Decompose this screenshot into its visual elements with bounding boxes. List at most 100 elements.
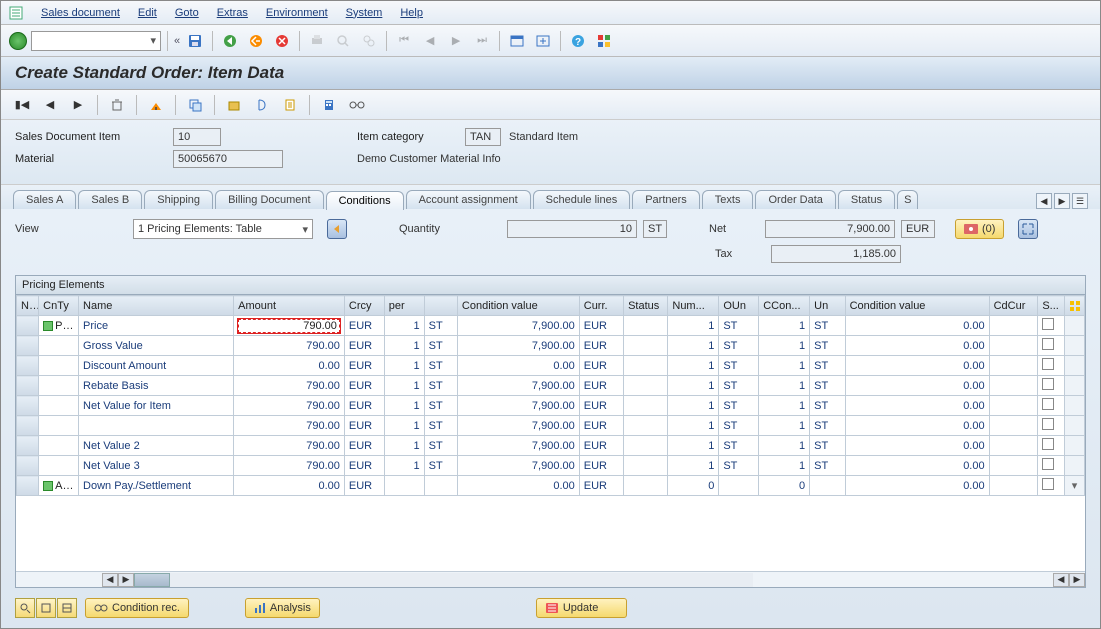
last-page-icon[interactable]: ⏭ <box>471 30 493 52</box>
hscroll-left-icon[interactable]: ◀ <box>102 573 118 587</box>
cell-num[interactable]: 1 <box>668 356 719 376</box>
customize-layout-icon[interactable] <box>593 30 615 52</box>
cell-cnty[interactable] <box>39 436 79 456</box>
tab-order-data[interactable]: Order Data <box>755 190 835 209</box>
tab-scroll-right-icon[interactable]: ▶ <box>1054 193 1070 209</box>
tab-schedule-lines[interactable]: Schedule lines <box>533 190 631 209</box>
col-un[interactable]: Un <box>810 296 845 316</box>
vscroll-cell[interactable] <box>1064 336 1084 356</box>
vscroll-cell[interactable] <box>1064 376 1084 396</box>
prev-page-icon[interactable]: ◀ <box>419 30 441 52</box>
menu-extras[interactable]: Extras <box>217 7 248 19</box>
prev-item-icon[interactable]: ◀ <box>39 94 61 116</box>
cell-cnty[interactable] <box>39 356 79 376</box>
cell-num[interactable]: 1 <box>668 416 719 436</box>
vscroll-cell[interactable] <box>1064 436 1084 456</box>
cell-ccon[interactable]: 1 <box>759 356 810 376</box>
cell-cnty[interactable] <box>39 336 79 356</box>
tab-partners[interactable]: Partners <box>632 190 700 209</box>
col-config-icon[interactable] <box>1064 296 1084 316</box>
vscroll-cell[interactable]: ▾ <box>1064 476 1084 496</box>
cell-amount[interactable]: 790.00 <box>234 376 345 396</box>
find-next-icon[interactable] <box>358 30 380 52</box>
config-icon[interactable] <box>223 94 245 116</box>
cell-name[interactable]: Net Value 2 <box>79 436 234 456</box>
col-cnty[interactable]: CnTy <box>39 296 79 316</box>
cell-s[interactable] <box>1038 436 1065 456</box>
cell-name[interactable]: Discount Amount <box>79 356 234 376</box>
col-curr[interactable]: Curr. <box>579 296 623 316</box>
hscroll-thumb[interactable] <box>134 573 170 587</box>
cell-per[interactable]: 1 <box>384 376 424 396</box>
expand-icon[interactable] <box>1018 219 1038 239</box>
table-row[interactable]: AZWRDown Pay./Settlement0.00EUR0.00EUR00… <box>17 476 1085 496</box>
enter-icon[interactable] <box>9 32 27 50</box>
vscroll-cell[interactable] <box>1064 356 1084 376</box>
cell-per[interactable]: 1 <box>384 436 424 456</box>
table-row[interactable]: Rebate Basis790.00EUR1ST7,900.00EUR1ST1S… <box>17 376 1085 396</box>
cell-name[interactable]: Down Pay./Settlement <box>79 476 234 496</box>
first-page-icon[interactable]: ⏮ <box>393 30 415 52</box>
row-selector[interactable] <box>17 356 39 376</box>
cell-s[interactable] <box>1038 396 1065 416</box>
cash-button[interactable]: (0) <box>955 219 1004 239</box>
cell-ccon[interactable]: 1 <box>759 336 810 356</box>
update-button[interactable]: Update <box>536 598 627 618</box>
cell-s[interactable] <box>1038 416 1065 436</box>
tab-texts[interactable]: Texts <box>702 190 754 209</box>
cell-amount[interactable]: 790.00 <box>234 456 345 476</box>
cell-s[interactable] <box>1038 376 1065 396</box>
cell-ccon[interactable]: 1 <box>759 456 810 476</box>
cell-per[interactable]: 1 <box>384 416 424 436</box>
menu-edit[interactable]: Edit <box>138 7 157 19</box>
tab-status[interactable]: Status <box>838 190 895 209</box>
cell-amount[interactable]: 0.00 <box>234 356 345 376</box>
vscroll-cell[interactable] <box>1064 416 1084 436</box>
cell-ccon[interactable]: 0 <box>759 476 810 496</box>
cell-ccon[interactable]: 1 <box>759 376 810 396</box>
col-condvalue2[interactable]: Condition value <box>845 296 989 316</box>
detail-icon-2[interactable] <box>36 598 56 618</box>
cell-cnty[interactable]: PR00 <box>39 316 79 336</box>
cell-name[interactable]: Price <box>79 316 234 336</box>
cell-num[interactable]: 1 <box>668 336 719 356</box>
tab-shipping[interactable]: Shipping <box>144 190 213 209</box>
menu-system[interactable]: System <box>346 7 383 19</box>
col-cdcur[interactable]: CdCur <box>989 296 1038 316</box>
grid-hscroll[interactable]: ◀ ▶ ◀ ▶ <box>16 571 1085 587</box>
back-icon[interactable] <box>219 30 241 52</box>
cell-per[interactable]: 1 <box>384 396 424 416</box>
tab-scroll-left-icon[interactable]: ◀ <box>1036 193 1052 209</box>
col-n[interactable]: N.. <box>17 296 39 316</box>
row-selector[interactable] <box>17 436 39 456</box>
cell-per[interactable]: 1 <box>384 316 424 336</box>
item-category-value[interactable]: TAN <box>465 128 501 146</box>
table-row[interactable]: Net Value 3790.00EUR1ST7,900.00EUR1ST1ST… <box>17 456 1085 476</box>
menu-sales-document[interactable]: Sales document <box>41 7 120 19</box>
table-row[interactable]: Net Value 2790.00EUR1ST7,900.00EUR1ST1ST… <box>17 436 1085 456</box>
cell-amount[interactable]: 790.00 <box>234 436 345 456</box>
hscroll-right-icon[interactable]: ▶ <box>118 573 134 587</box>
cell-num[interactable]: 1 <box>668 316 719 336</box>
row-selector[interactable] <box>17 396 39 416</box>
cell-amount[interactable]: 790.00 <box>234 316 345 336</box>
col-per-unit[interactable] <box>424 296 457 316</box>
cell-amount[interactable]: 790.00 <box>234 336 345 356</box>
cell-name[interactable] <box>79 416 234 436</box>
doc-icon[interactable] <box>279 94 301 116</box>
table-row[interactable]: PR00Price790.00EUR1ST7,900.00EUR1ST1ST0.… <box>17 316 1085 336</box>
row-selector[interactable] <box>17 476 39 496</box>
cell-cnty[interactable] <box>39 396 79 416</box>
glasses-icon[interactable] <box>346 94 368 116</box>
create-shortcut-icon[interactable] <box>532 30 554 52</box>
col-condvalue[interactable]: Condition value <box>457 296 579 316</box>
cell-s[interactable] <box>1038 476 1065 496</box>
col-oun[interactable]: OUn <box>719 296 759 316</box>
copy-icon[interactable] <box>184 94 206 116</box>
costing-icon[interactable] <box>251 94 273 116</box>
next-page-icon[interactable]: ▶ <box>445 30 467 52</box>
col-crcy[interactable]: Crcy <box>344 296 384 316</box>
tab-sales-a[interactable]: Sales A <box>13 190 76 209</box>
col-num[interactable]: Num... <box>668 296 719 316</box>
cell-num[interactable]: 1 <box>668 376 719 396</box>
